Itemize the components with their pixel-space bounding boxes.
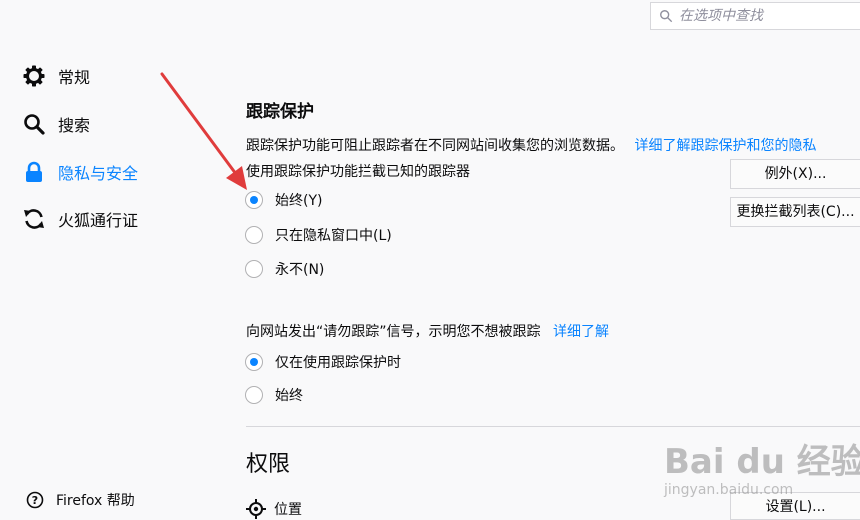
dnt-learn-more-link[interactable]: 详细了解 xyxy=(553,324,609,340)
radio-label: 只在隐私窗口中(L) xyxy=(275,228,392,244)
tracking-option-never[interactable]: 永不(N) xyxy=(245,259,324,279)
sidebar-item-privacy-security[interactable]: 隐私与安全 xyxy=(22,160,138,184)
radio-button[interactable] xyxy=(245,353,263,371)
tracking-option-always[interactable]: 始终(Y) xyxy=(245,190,322,210)
radio-button[interactable] xyxy=(245,191,263,209)
tracking-protection-heading: 跟踪保护 xyxy=(246,102,314,122)
gear-icon xyxy=(23,65,45,87)
dnt-line: 向网站发出“请勿跟踪”信号，示明您不想被跟踪 详细了解 xyxy=(246,321,609,341)
radio-button[interactable] xyxy=(245,386,263,404)
sidebar-item-label: 搜索 xyxy=(58,116,91,135)
help-icon: ? xyxy=(26,491,44,509)
tracking-learn-more-link[interactable]: 详细了解跟踪保护和您的隐私 xyxy=(634,138,816,154)
dnt-text: 向网站发出“请勿跟踪”信号，示明您不想被跟踪 xyxy=(246,324,541,340)
tracking-subheading: 使用跟踪保护功能拦截已知的跟踪器 xyxy=(246,164,470,180)
tracking-option-private-only[interactable]: 只在隐私窗口中(L) xyxy=(245,225,392,245)
radio-button[interactable] xyxy=(245,226,263,244)
sidebar-item-general[interactable]: 常规 xyxy=(22,64,90,88)
search-input[interactable] xyxy=(679,8,839,24)
tracking-description-line: 跟踪保护功能可阻止跟踪者在不同网站间收集您的浏览数据。 详细了解跟踪保护和您的隐… xyxy=(246,135,816,155)
radio-label: 始终(Y) xyxy=(275,193,323,209)
watermark-main-text: Bai du 经验 xyxy=(664,442,860,482)
sidebar-item-search[interactable]: 搜索 xyxy=(22,112,90,136)
location-icon xyxy=(246,499,266,519)
sidebar-item-firefox-account[interactable]: 火狐通行证 xyxy=(22,207,138,231)
permissions-heading: 权限 xyxy=(246,452,291,477)
svg-text:?: ? xyxy=(32,494,38,507)
location-settings-button[interactable]: 设置(L)... xyxy=(730,492,860,520)
annotation-arrow-icon xyxy=(160,72,247,190)
sync-icon xyxy=(24,209,44,229)
exceptions-button[interactable]: 例外(X)... xyxy=(730,159,860,189)
tracking-description: 跟踪保护功能可阻止跟踪者在不同网站间收集您的浏览数据。 xyxy=(246,138,624,154)
search-icon xyxy=(660,10,673,23)
options-search-box[interactable] xyxy=(650,2,860,30)
section-divider xyxy=(246,426,860,427)
sidebar-item-label: 常规 xyxy=(58,68,91,87)
radio-label: 仅在使用跟踪保护时 xyxy=(275,355,401,371)
help-label: Firefox 帮助 xyxy=(56,493,135,509)
dnt-option-always[interactable]: 始终 xyxy=(245,385,303,405)
sidebar-item-label: 火狐通行证 xyxy=(58,211,139,230)
radio-button[interactable] xyxy=(245,260,263,278)
location-label: 位置 xyxy=(274,502,302,518)
lock-icon xyxy=(26,161,42,182)
search-icon xyxy=(24,114,45,135)
radio-label: 永不(N) xyxy=(275,262,325,278)
dnt-option-with-tracking-protection[interactable]: 仅在使用跟踪保护时 xyxy=(245,352,401,372)
firefox-help-link[interactable]: ? Firefox 帮助 xyxy=(26,490,135,510)
sidebar-item-label: 隐私与安全 xyxy=(58,164,139,183)
radio-label: 始终 xyxy=(275,388,303,404)
change-blocklist-button[interactable]: 更换拦截列表(C)... xyxy=(730,197,860,227)
